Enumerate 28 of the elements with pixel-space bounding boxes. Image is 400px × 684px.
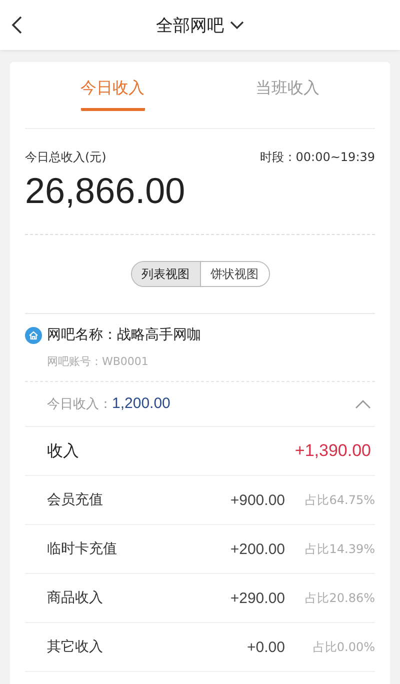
category-share: 占比0.00%: [312, 638, 375, 656]
total-label: 今日总收入(元): [25, 149, 106, 166]
period-text: 时段：00:00~19:39: [260, 149, 375, 166]
total-amount: 26,866.00: [25, 170, 186, 212]
shop-account: 网吧账号：WB0001: [47, 354, 150, 369]
category-amount: +900.00: [229, 492, 285, 508]
category-amount: +0.00: [246, 638, 285, 656]
chevron-up-icon[interactable]: [355, 399, 371, 409]
today-income-value: 1,200.00: [112, 395, 170, 412]
category-amount: +200.00: [229, 540, 285, 558]
income-category: 会员充值: [47, 491, 104, 509]
home-icon: [25, 326, 42, 344]
view-toggle-button[interactable]: 列表视图: [132, 262, 200, 286]
chevron-down-icon[interactable]: [230, 20, 244, 30]
shop-name: 网吧名称：战略高手网咖: [47, 326, 201, 344]
income-category: 临时卡充值: [47, 540, 118, 558]
income-label: 收入: [47, 440, 80, 462]
category-share: 占比20.86%: [304, 590, 375, 606]
category-share: 占比64.75%: [304, 492, 375, 508]
category-amount: +290.00: [229, 590, 285, 606]
income-category: 其它收入: [47, 638, 104, 656]
page-title[interactable]: 全部网吧: [156, 14, 224, 36]
income-category: 商品收入: [47, 589, 104, 607]
back-icon[interactable]: [10, 15, 24, 35]
view-toggle-button[interactable]: 饼状视图: [200, 262, 268, 286]
today-income-label: 今日收入：: [47, 396, 112, 413]
category-share: 占比14.39%: [304, 540, 375, 558]
income-total: +1,390.00: [294, 441, 371, 461]
